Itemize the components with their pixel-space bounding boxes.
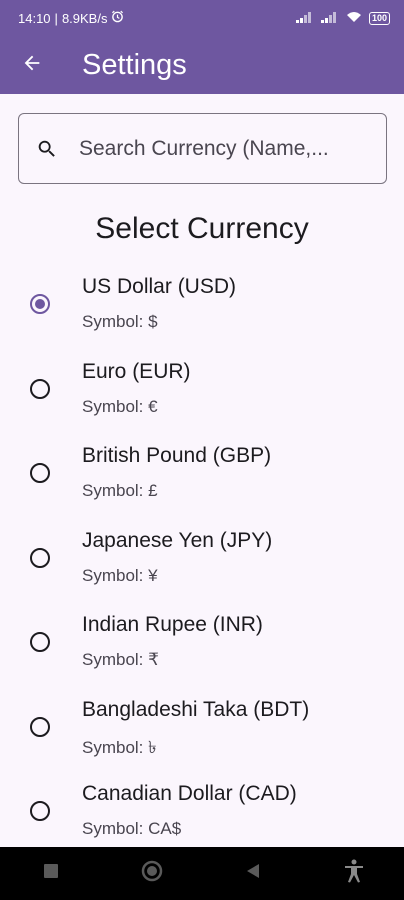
radio-button-selected[interactable] bbox=[30, 294, 50, 314]
radio-button[interactable] bbox=[30, 801, 50, 821]
currency-symbol: Symbol: $ bbox=[82, 312, 158, 331]
battery-icon: 100 bbox=[368, 11, 390, 25]
section-title: Select Currency bbox=[95, 212, 309, 245]
currency-name: Japanese Yen (JPY) bbox=[82, 528, 273, 552]
radio-button[interactable] bbox=[30, 378, 50, 399]
accessibility-icon bbox=[343, 859, 365, 888]
currency-name: Euro (EUR) bbox=[82, 359, 191, 383]
signal-icon-2 bbox=[320, 11, 339, 26]
currency-list-item[interactable]: Indian Rupee (INR) Symbol: ₹ bbox=[0, 600, 404, 685]
recents-button[interactable] bbox=[29, 852, 73, 896]
status-bar: 14:10 | 8.9KB/s 100 bbox=[0, 0, 404, 36]
accessibility-button[interactable] bbox=[332, 852, 376, 896]
radio-button[interactable] bbox=[30, 716, 50, 737]
back-nav-button[interactable] bbox=[231, 852, 275, 896]
currency-name: Indian Rupee (INR) bbox=[82, 613, 263, 636]
status-right: 100 bbox=[295, 11, 390, 26]
currency-list-item[interactable]: Bangladeshi Taka (BDT) Symbol: ৳ bbox=[0, 685, 404, 770]
currency-list-item[interactable]: Euro (EUR) Symbol: € bbox=[0, 347, 404, 432]
back-button[interactable] bbox=[12, 45, 52, 85]
radio-button[interactable] bbox=[30, 463, 50, 483]
search-box[interactable] bbox=[18, 113, 387, 184]
currency-list-item[interactable]: US Dollar (USD) Symbol: $ bbox=[0, 262, 404, 347]
search-input[interactable] bbox=[77, 135, 371, 162]
status-time: 14:10 bbox=[18, 10, 51, 26]
alarm-icon bbox=[111, 10, 124, 26]
currency-name: Bangladeshi Taka (BDT) bbox=[82, 697, 310, 721]
radio-button[interactable] bbox=[30, 632, 50, 652]
currency-list: US Dollar (USD) Symbol: $ Euro (EUR) Symbol… bbox=[0, 262, 404, 854]
currency-list-item[interactable]: Japanese Yen (JPY) Symbol: ¥ bbox=[0, 516, 404, 601]
currency-name: Canadian Dollar (CAD) bbox=[82, 782, 297, 805]
currency-name: US Dollar (USD) bbox=[82, 275, 237, 298]
arrow-left-icon bbox=[21, 52, 43, 79]
circle-icon bbox=[141, 860, 163, 887]
currency-list-item[interactable]: British Pound (GBP) Symbol: £ bbox=[0, 431, 404, 516]
status-separator: | bbox=[54, 10, 58, 26]
currency-symbol: Symbol: CA$ bbox=[82, 819, 182, 838]
currency-symbol: Symbol: ৳ bbox=[82, 737, 157, 757]
app-bar: Settings bbox=[0, 36, 404, 94]
signal-icon bbox=[295, 11, 314, 26]
currency-symbol: Symbol: £ bbox=[82, 481, 158, 500]
radio-button[interactable] bbox=[30, 547, 50, 568]
currency-symbol: Symbol: ¥ bbox=[82, 565, 158, 585]
system-nav-bar bbox=[0, 847, 404, 900]
currency-name: British Pound (GBP) bbox=[82, 444, 272, 467]
search-icon bbox=[35, 137, 59, 161]
home-button[interactable] bbox=[130, 852, 174, 896]
currency-list-item[interactable]: Canadian Dollar (CAD) Symbol: CA$ bbox=[0, 769, 404, 854]
triangle-back-icon bbox=[245, 863, 261, 884]
currency-symbol: Symbol: € bbox=[82, 396, 158, 416]
page-title: Settings bbox=[82, 48, 187, 81]
status-network-speed: 8.9KB/s bbox=[61, 10, 108, 26]
status-left: 14:10 | 8.9KB/s bbox=[18, 10, 124, 26]
square-icon bbox=[43, 863, 59, 884]
wifi-icon bbox=[346, 11, 362, 26]
battery-level: 100 bbox=[368, 11, 390, 25]
currency-symbol: Symbol: ₹ bbox=[82, 650, 159, 669]
